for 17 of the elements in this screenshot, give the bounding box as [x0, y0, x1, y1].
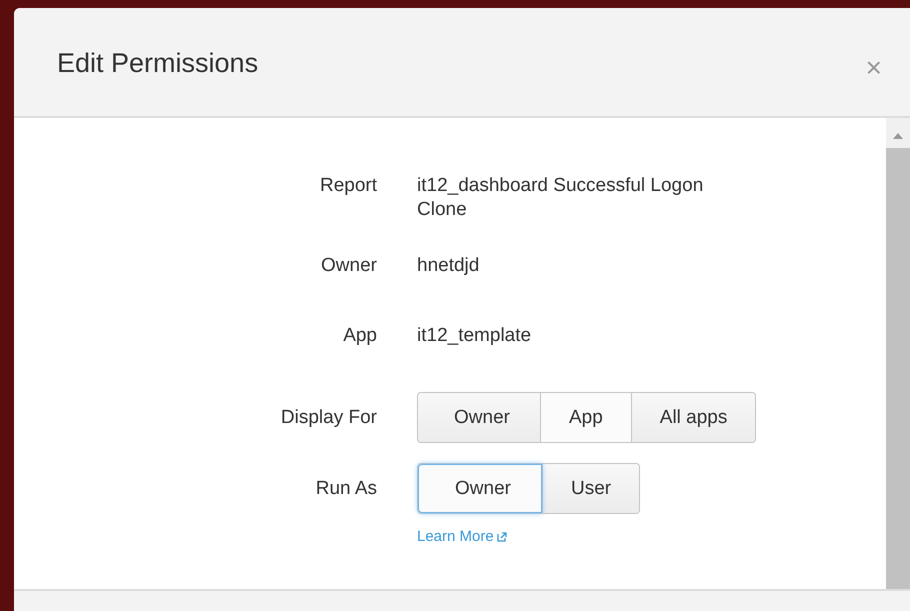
segment-option[interactable]: Owner [418, 393, 540, 442]
segment-option[interactable]: App [540, 393, 631, 442]
field-value: it12_template [417, 324, 532, 348]
scrollbar[interactable] [886, 118, 910, 589]
field-label: App [342, 324, 377, 348]
field-value: it12_dashboard Successful Logon Clone [417, 174, 704, 222]
field-label: Report [318, 174, 377, 198]
dialog-title: Edit Permissions [57, 48, 258, 79]
segment-option[interactable]: User [542, 464, 640, 513]
field-label: Owner [320, 254, 377, 278]
external-link-icon [496, 532, 507, 542]
scroll-up-icon[interactable] [892, 132, 904, 140]
field-label: Run As [314, 477, 377, 501]
field-label: Display For [280, 406, 377, 430]
field-value: hnetdjd [417, 254, 480, 278]
segment-option[interactable]: Owner [418, 464, 542, 513]
segment-option[interactable]: All apps [630, 393, 756, 442]
